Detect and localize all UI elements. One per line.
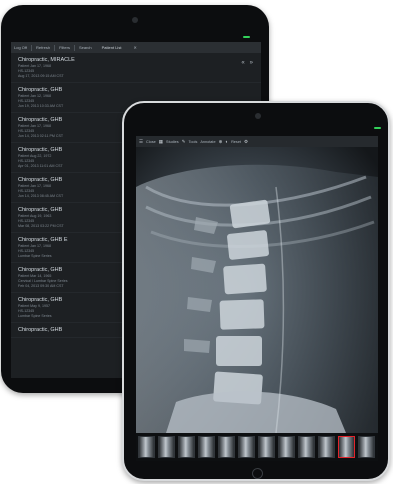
filters-button[interactable]: Filters (59, 45, 70, 50)
front-tablet: ☰ Close ▦ Studies ✎ Tools Annotate ⊕ ◐ R… (122, 101, 390, 481)
close-study-button[interactable]: Close (146, 140, 156, 144)
list-toolbar: Log Off Refresh Filters Search Patient L… (11, 42, 261, 53)
series-thumbnail[interactable] (138, 436, 155, 458)
series-thumbnail[interactable] (338, 436, 355, 458)
series-thumbnail[interactable] (258, 436, 275, 458)
tools-icon[interactable]: ✎ (182, 139, 186, 145)
close-icon[interactable]: ✕ (133, 45, 136, 50)
patient-list-item[interactable]: Chiropractic, MIRACLE Patient Jan 17, 196… (11, 53, 261, 83)
patient-name: Chiropractic, GHB (18, 87, 63, 93)
thumbnail-strip (136, 433, 378, 461)
series-thumbnail[interactable] (318, 436, 335, 458)
series-thumbnail[interactable] (218, 436, 235, 458)
reset-button[interactable]: Reset (231, 140, 241, 144)
camera-icon (132, 17, 138, 23)
series-thumbnail[interactable] (238, 436, 255, 458)
studies-button[interactable]: Studies (166, 140, 179, 144)
divider (73, 44, 75, 51)
patient-detail: Aug 17, 2013 09:15 AM CST (18, 74, 64, 78)
annotate-button[interactable]: Annotate (200, 140, 215, 144)
xray-image[interactable] (136, 147, 378, 433)
divider (31, 44, 33, 51)
series-thumbnail[interactable] (158, 436, 175, 458)
camera-icon (255, 113, 261, 119)
series-thumbnail[interactable] (178, 436, 195, 458)
patient-list-tab[interactable]: Patient List (102, 45, 122, 50)
grid-icon[interactable]: ▦ (159, 139, 163, 145)
contrast-icon[interactable]: ◐ (225, 139, 228, 144)
status-led (374, 127, 381, 129)
search-button[interactable]: Search (79, 45, 92, 50)
viewer-toolbar: ☰ Close ▦ Studies ✎ Tools Annotate ⊕ ◐ R… (136, 136, 378, 147)
menu-icon[interactable]: ☰ (139, 139, 143, 145)
series-thumbnail[interactable] (278, 436, 295, 458)
series-thumbnail[interactable] (198, 436, 215, 458)
refresh-button[interactable]: Refresh (36, 45, 50, 50)
image-viewer-screen: ☰ Close ▦ Studies ✎ Tools Annotate ⊕ ◐ R… (136, 136, 378, 461)
patient-name: Chiropractic, MIRACLE (18, 57, 75, 63)
series-thumbnail[interactable] (358, 436, 375, 458)
logoff-button[interactable]: Log Off (14, 45, 27, 50)
zoom-icon[interactable]: ⊕ (219, 139, 223, 145)
tools-button[interactable]: Tools (188, 140, 197, 144)
gear-icon[interactable]: ⚙ (244, 139, 248, 145)
status-led (243, 36, 250, 38)
series-thumbnail[interactable] (298, 436, 315, 458)
divider (54, 44, 56, 51)
home-button[interactable] (252, 468, 263, 479)
